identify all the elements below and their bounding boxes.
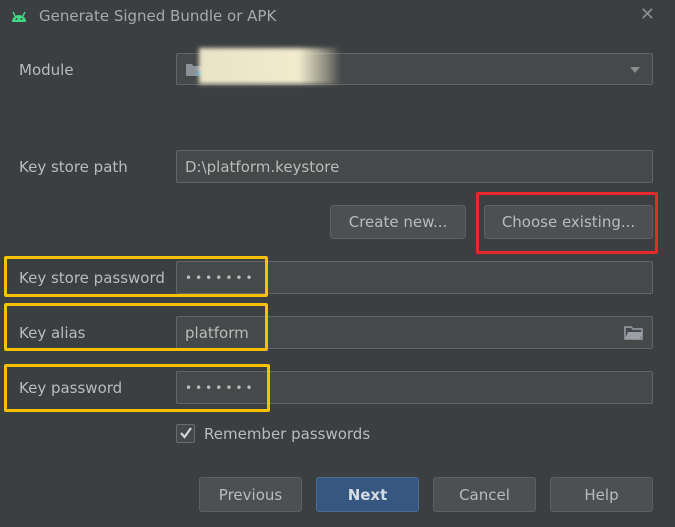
- keystore-path-value: D:\platform.keystore: [185, 157, 340, 176]
- key-password-value: •••••••: [185, 380, 256, 395]
- redacted-module-name: [199, 48, 341, 84]
- folder-icon[interactable]: [624, 325, 644, 341]
- help-button[interactable]: Help: [550, 477, 653, 512]
- cancel-button[interactable]: Cancel: [433, 477, 536, 512]
- android-icon: [12, 11, 26, 22]
- title-bar: Generate Signed Bundle or APK ✕: [0, 0, 675, 34]
- keystore-path-label: Key store path: [19, 158, 128, 176]
- key-alias-value: platform: [185, 323, 249, 342]
- create-new-button[interactable]: Create new...: [330, 205, 466, 239]
- previous-button[interactable]: Previous: [199, 477, 302, 512]
- key-password-label: Key password: [19, 379, 123, 397]
- module-dropdown[interactable]: [176, 48, 653, 85]
- remember-passwords-label[interactable]: Remember passwords: [204, 425, 370, 443]
- key-password-input[interactable]: •••••••: [176, 371, 653, 404]
- remember-passwords-checkbox[interactable]: [176, 424, 195, 443]
- choose-existing-button[interactable]: Choose existing...: [484, 205, 653, 239]
- next-button[interactable]: Next: [316, 477, 419, 512]
- window-title: Generate Signed Bundle or APK: [39, 7, 277, 25]
- checkmark-icon: [180, 427, 192, 439]
- close-icon[interactable]: ✕: [640, 4, 655, 25]
- key-alias-input[interactable]: platform: [176, 316, 653, 349]
- module-label: Module: [19, 61, 74, 79]
- keystore-password-label: Key store password: [19, 269, 165, 287]
- keystore-password-value: •••••••: [185, 270, 256, 285]
- key-alias-label: Key alias: [19, 324, 86, 342]
- keystore-path-input[interactable]: D:\platform.keystore: [176, 150, 653, 183]
- chevron-down-icon[interactable]: [630, 67, 640, 73]
- keystore-password-input[interactable]: •••••••: [176, 261, 653, 294]
